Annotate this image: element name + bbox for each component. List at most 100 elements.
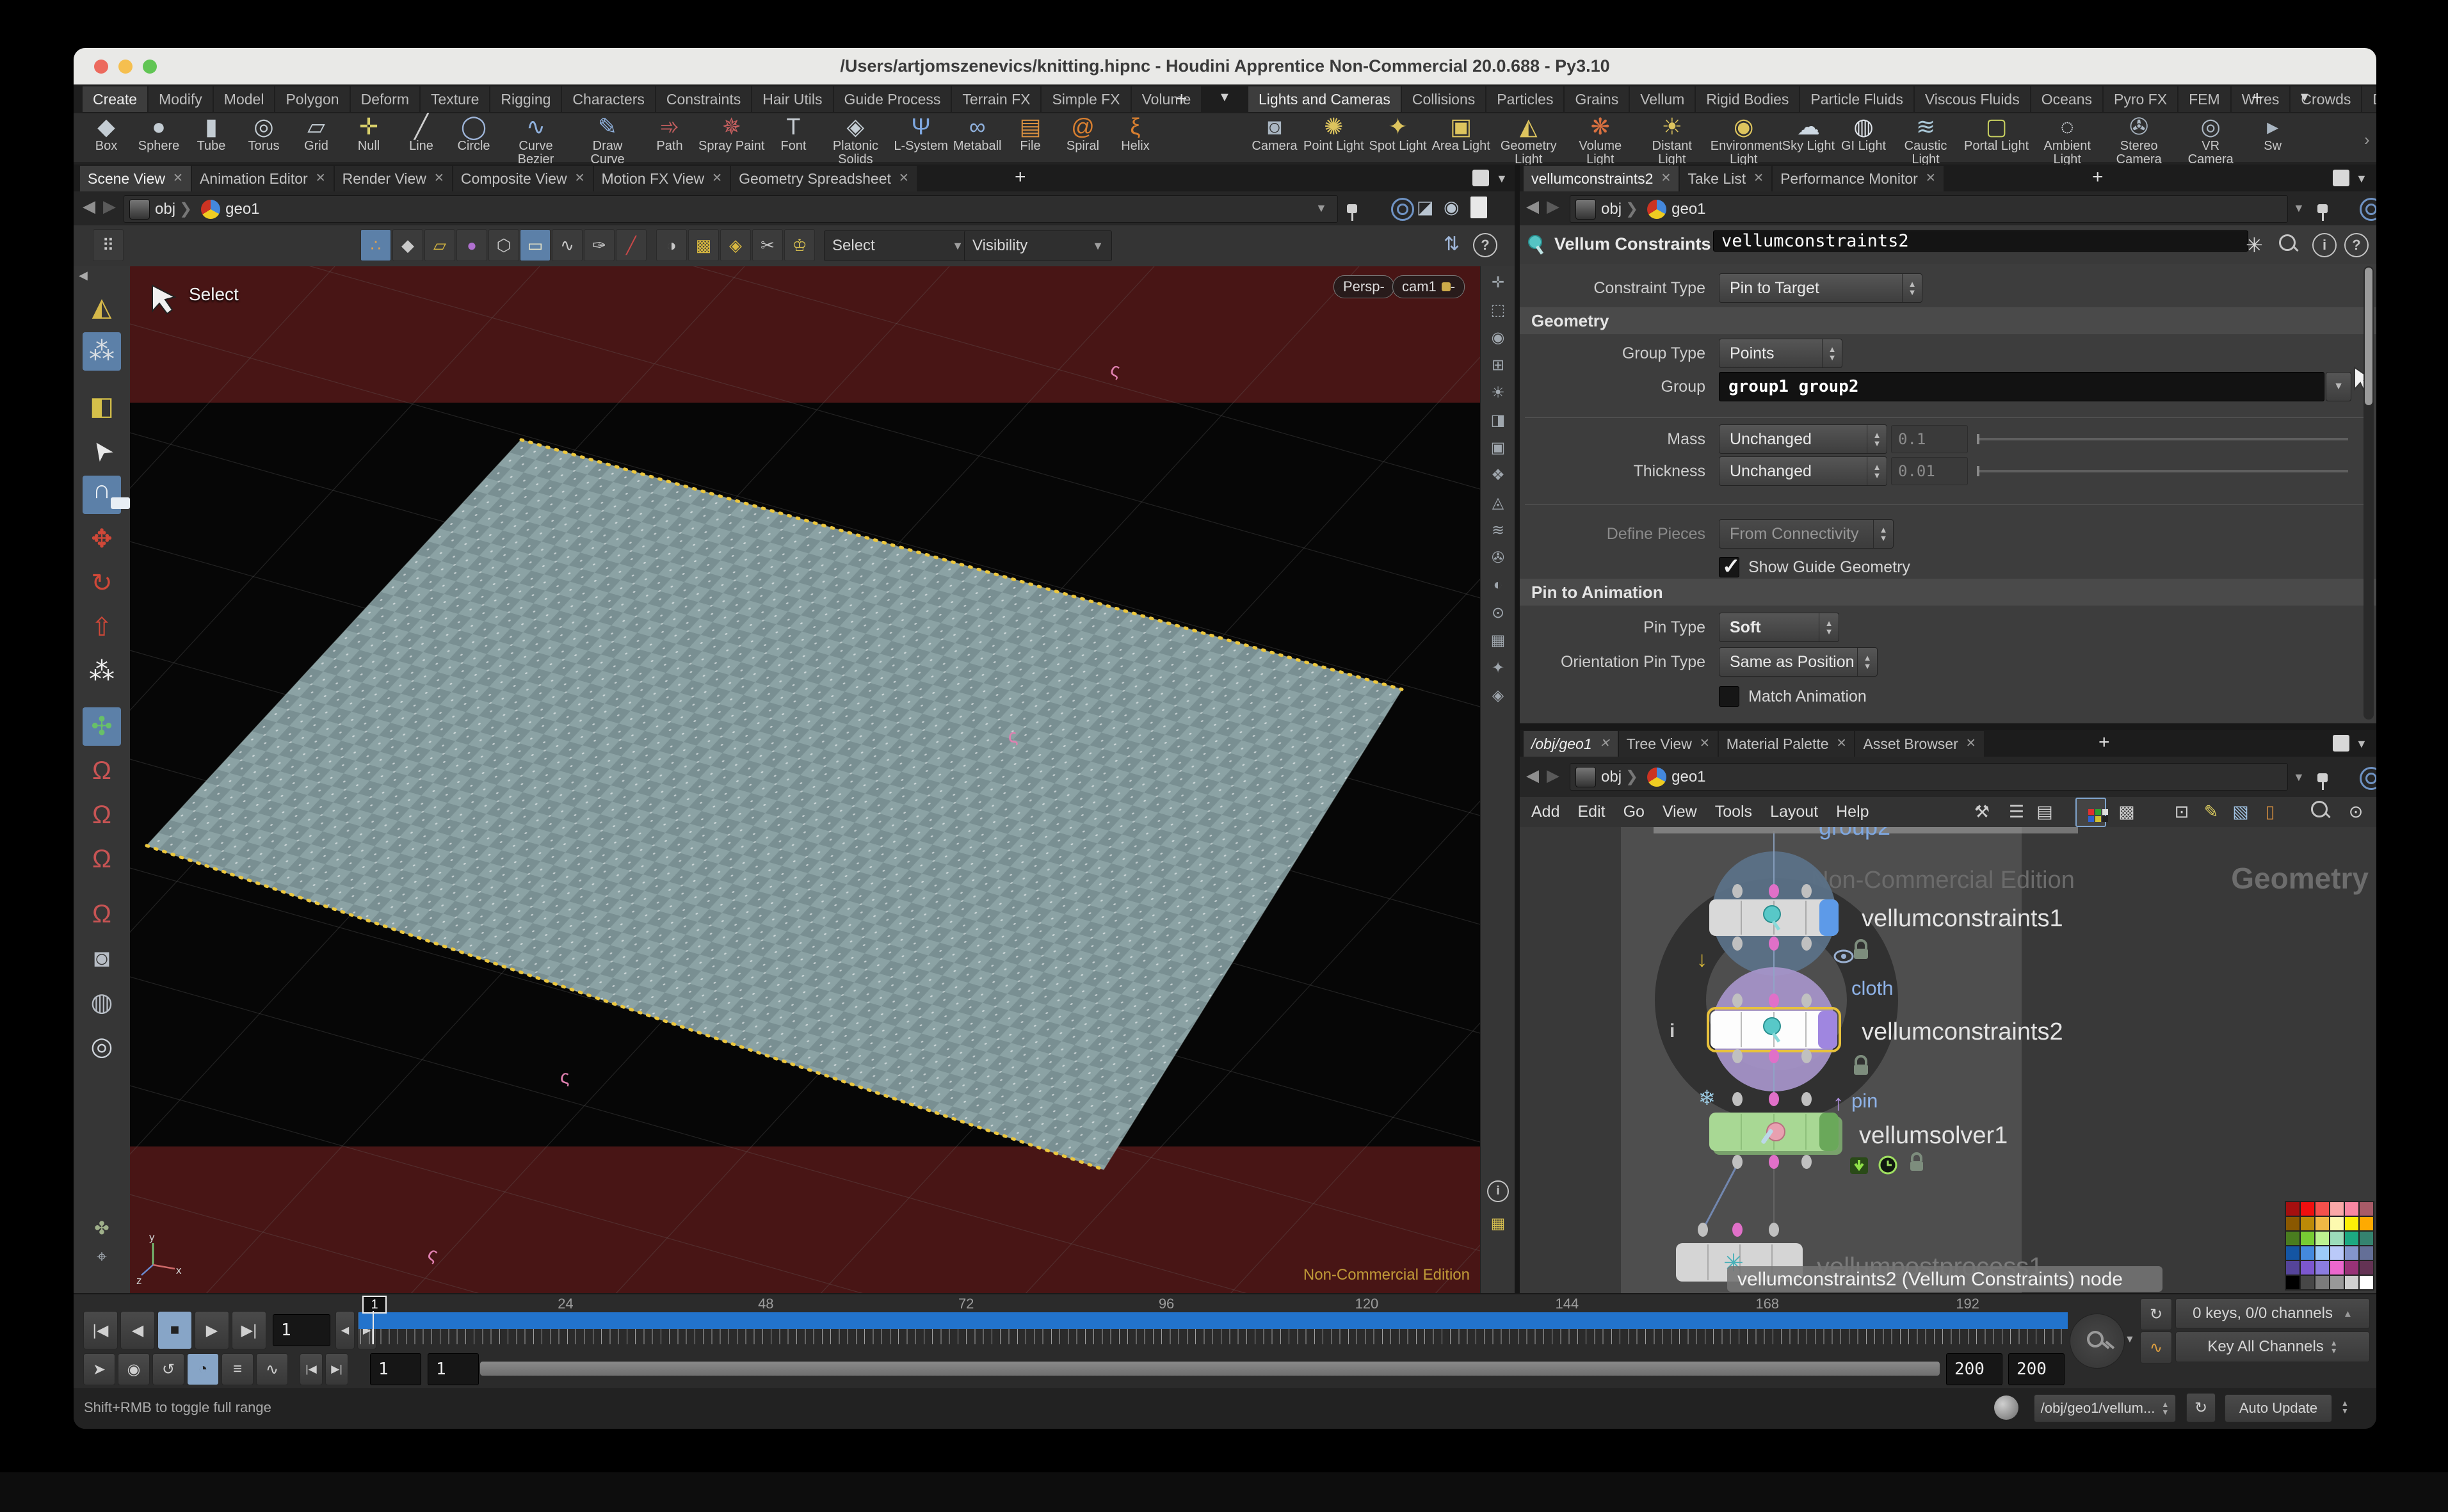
radial-freeze-icon[interactable]: ❄ [1698,1086,1716,1109]
palette-color-swatch[interactable] [2360,1261,2373,1275]
params-scrollbar[interactable] [2363,266,2374,720]
select-option-icon[interactable]: ♔ [784,229,815,261]
palette-color-swatch[interactable] [2360,1246,2373,1260]
constraint-type-dropdown[interactable]: Pin to Target▲▼ [1719,273,1922,303]
frame-ruler[interactable]: 24487296120144168192 1 [358,1296,2068,1346]
shelf-tool[interactable]: ▢ Portal Light [1964,113,2029,153]
node-vellumsolver1[interactable] [1709,1113,1842,1155]
help-icon[interactable]: ? [2344,233,2369,257]
range-start-field-b[interactable]: 1 [428,1353,479,1385]
geometry-section-header[interactable]: Geometry [1520,307,2376,334]
pane-tab[interactable]: Render View ✕ [335,166,452,191]
range-end-field[interactable]: 200 [1946,1353,2002,1385]
sort-icon[interactable]: ⇅ [1444,233,1460,255]
shelf-tool[interactable]: ❋ Volume Light [1567,113,1634,166]
path-forward-icon[interactable]: ▶ [103,197,116,216]
close-tab-icon[interactable]: ✕ [173,166,183,191]
palette-color-swatch[interactable] [2286,1246,2299,1260]
shelf-tab[interactable]: Grains [1565,86,1629,112]
path-root[interactable]: obj [155,200,175,218]
menu-item[interactable]: Layout [1764,800,1824,824]
viewport-display-icon[interactable]: ⊙ [1486,601,1510,624]
playback-range-bar[interactable] [358,1312,2068,1329]
shelf-tab[interactable]: Pyro FX [2104,86,2177,112]
select-style-icon[interactable]: ▭ [520,229,551,261]
node-label[interactable]: group2 [1819,827,1890,840]
shelf-tab[interactable]: Characters [562,86,654,112]
close-tab-icon[interactable]: ✕ [1837,731,1847,757]
pane-tab[interactable]: Composite View ✕ [453,166,593,191]
timeline-option-icon[interactable]: ◉ [118,1353,150,1385]
path-node[interactable]: geo1 [1671,200,1705,218]
prev-key-button[interactable]: |◀ [300,1353,323,1385]
group-dropdown-button[interactable]: ▼ [2326,372,2351,401]
palette-color-swatch[interactable] [2286,1202,2299,1216]
shelf-tool[interactable]: ✛ Null [345,113,392,153]
follow-selection-icon[interactable] [2360,198,2376,221]
close-tab-icon[interactable]: ✕ [316,166,326,191]
scrollbar-thumb[interactable] [2365,268,2372,405]
shelf-tool[interactable]: ∿ Curve Bezier [503,113,569,166]
path-node[interactable]: geo1 [1671,768,1705,786]
viewport-display-icon[interactable]: ▣ [1486,436,1510,459]
palette-color-swatch[interactable] [2301,1276,2314,1289]
network-search-icon[interactable] [2310,800,2331,824]
set-key-button[interactable] [2070,1314,2125,1369]
palette-color-swatch[interactable] [2286,1217,2299,1230]
viewport-tool[interactable]: ✥ [83,520,121,558]
jump-end-button[interactable]: ▶| [232,1311,266,1349]
close-tab-icon[interactable]: ✕ [712,166,722,191]
cloth-grid-geometry[interactable] [147,440,1402,1170]
palette-color-swatch[interactable] [2345,1217,2358,1230]
menu-item[interactable]: Tools [1709,800,1759,824]
palette-color-swatch[interactable] [2301,1217,2314,1230]
shelf-tool[interactable]: ✇ Stereo Camera [2106,113,2172,166]
pane-tab[interactable]: Scene View ✕ [80,166,191,191]
radial-info-icon[interactable]: i [1670,1020,1675,1042]
palette-color-swatch[interactable] [2360,1202,2373,1216]
palette-color-swatch[interactable] [2301,1202,2314,1216]
palette-color-swatch[interactable] [2286,1276,2299,1289]
scene-path-field[interactable]: obj ❯ geo1 [124,195,1338,223]
path-root[interactable]: obj [1601,200,1622,218]
timeline-option-icon[interactable]: ↺ [152,1353,184,1385]
shelf-tab[interactable]: Viscous Fluids [1915,86,2030,112]
toolbar-mini-icon[interactable]: ✤ [94,1218,109,1239]
palette-color-swatch[interactable] [2330,1217,2344,1230]
add-shelf-tab-button-right[interactable]: + [2243,85,2272,111]
add-pane-tab-button[interactable]: + [1006,165,1035,190]
close-tab-icon[interactable]: ✕ [1753,166,1764,191]
sticky-note-icon[interactable]: ✎ [2197,799,2225,826]
viewport-tool[interactable]: Ω [83,796,121,834]
node-name-input[interactable]: vellumconstraints2 [1713,230,2248,252]
palette-color-swatch[interactable] [2301,1232,2314,1245]
viewport-tool[interactable]: ⁂ [83,332,121,371]
viewport-display-icon[interactable]: ◐ [1486,574,1510,597]
viewport-tool[interactable]: ∩ [83,476,121,514]
palette-color-swatch[interactable] [2330,1232,2344,1245]
viewport-tool[interactable]: ◍ [83,983,121,1022]
thickness-slider[interactable] [1977,470,2348,472]
shelf-tab[interactable]: FEM [2178,86,2230,112]
match-animation-checkbox[interactable] [1719,686,1739,707]
palette-color-swatch[interactable] [2315,1217,2329,1230]
key-options-icon[interactable]: ▼ [2125,1334,2135,1346]
pin-pane-icon[interactable] [2315,772,2331,791]
close-tab-icon[interactable]: ✕ [1600,731,1610,757]
shelf-tab[interactable]: Model [214,86,275,112]
shelf-tool[interactable]: ◎ Torus [240,113,287,153]
view-figure-icon[interactable]: ◉ [1444,197,1459,218]
close-tab-icon[interactable]: ✕ [1966,731,1976,757]
group-input[interactable]: group1 group2 [1719,372,2324,401]
define-pieces-dropdown[interactable]: From Connectivity▲▼ [1719,519,1894,549]
path-back-icon[interactable]: ◀ [1526,197,1539,216]
pin-to-animation-section-header[interactable]: Pin to Animation [1520,579,2376,606]
palette-color-swatch[interactable] [2286,1261,2299,1275]
select-option-icon[interactable]: ◈ [720,229,751,261]
network-list-icon[interactable]: ▤ [2031,799,2059,826]
viewport-display-icon[interactable]: ✇ [1486,546,1510,569]
viewport-tool[interactable]: ✣ [83,707,121,746]
shelf-tool[interactable]: ✵ Spray Paint [698,113,764,153]
network-colors-icon[interactable] [2075,798,2106,827]
path-forward-icon[interactable]: ▶ [1547,766,1559,785]
